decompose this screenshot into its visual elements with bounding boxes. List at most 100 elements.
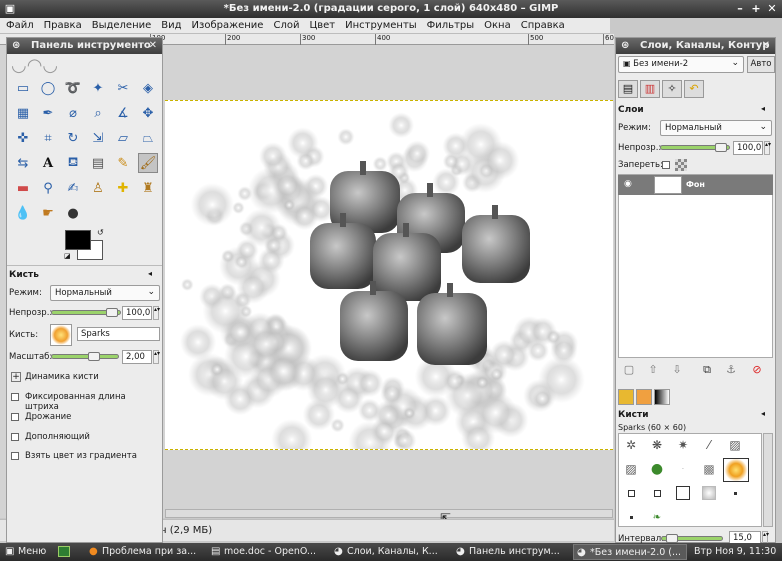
close-icon[interactable]: ✕: [149, 40, 157, 51]
brush-item[interactable]: ❋: [645, 434, 669, 456]
task-toolbox[interactable]: ◕ Панель инструм...: [453, 544, 565, 560]
raise-layer-icon[interactable]: ⇧: [646, 363, 660, 377]
align-icon[interactable]: ✜: [13, 128, 33, 148]
airbrush-icon[interactable]: ⚲: [38, 178, 58, 198]
menu-filters[interactable]: Фильтры: [421, 18, 478, 31]
anchor-layer-icon[interactable]: ⚓: [724, 363, 738, 377]
perspective-icon[interactable]: ⏢: [138, 128, 158, 148]
task-openoffice[interactable]: ▤ moe.doc - OpenO...: [208, 544, 323, 560]
brush-item[interactable]: ⁄: [697, 434, 721, 456]
default-colors-icon[interactable]: ◪: [64, 252, 71, 260]
fixed-stroke-checkbox[interactable]: [11, 393, 19, 401]
auto-button[interactable]: Авто: [747, 56, 775, 73]
layer-row[interactable]: ◉ Фон: [618, 175, 773, 195]
perspective-clone-icon[interactable]: ♜: [138, 178, 158, 198]
expand-icon[interactable]: +: [11, 372, 21, 382]
brush-item[interactable]: [671, 482, 695, 504]
eraser-icon[interactable]: ▬: [13, 178, 33, 198]
brush-name-input[interactable]: Sparks: [77, 327, 160, 341]
brush-item[interactable]: ✲: [619, 434, 643, 456]
menu-view[interactable]: Вид: [155, 18, 185, 31]
close-button[interactable]: ✕: [765, 2, 779, 16]
minimize-button[interactable]: –: [733, 2, 747, 16]
menu-help[interactable]: Справка: [515, 18, 569, 31]
panel-menu-icon[interactable]: ⊛: [12, 40, 20, 51]
lock-alpha-icon[interactable]: [675, 159, 687, 171]
opacity-slider-knob[interactable]: [106, 308, 118, 317]
swap-colors-icon[interactable]: ↺: [97, 228, 104, 237]
bucket-fill-icon[interactable]: ⛾: [63, 153, 83, 173]
close-icon[interactable]: ✕: [762, 40, 770, 51]
tab-undo[interactable]: ↶: [684, 80, 704, 98]
task-firefox[interactable]: ● Проблема при за...: [86, 544, 200, 560]
tab-patterns[interactable]: [636, 389, 652, 405]
tab-brushes[interactable]: [618, 389, 634, 405]
paintbrush-icon[interactable]: 🖌: [138, 153, 158, 173]
horizontal-scrollbar[interactable]: [165, 509, 613, 518]
crop-icon[interactable]: ⌗: [38, 128, 58, 148]
heal-icon[interactable]: ✚: [113, 178, 133, 198]
layer-mode-dropdown[interactable]: Нормальный ⌄: [660, 120, 772, 136]
opacity-input[interactable]: 100,0: [122, 306, 152, 320]
brush-item[interactable]: ▨: [619, 458, 643, 480]
blur-icon[interactable]: 💧: [13, 203, 33, 223]
brush-item[interactable]: [723, 482, 747, 504]
brush-item[interactable]: ▩: [697, 458, 721, 480]
blend-icon[interactable]: ▤: [88, 153, 108, 173]
scale-input[interactable]: 2,00: [122, 350, 152, 364]
foreground-color-swatch[interactable]: [65, 230, 91, 250]
color-select-icon[interactable]: ▦: [13, 103, 33, 123]
scale-slider-knob[interactable]: [88, 352, 100, 361]
interval-slider[interactable]: [661, 534, 723, 543]
task-gimp-image[interactable]: ◕ *Без имени-2.0 (...: [573, 544, 687, 560]
menu-tools[interactable]: Инструменты: [339, 18, 421, 31]
measure-icon[interactable]: ∡: [113, 103, 133, 123]
smudge-icon[interactable]: ☛: [38, 203, 58, 223]
paths-icon[interactable]: ✒: [38, 103, 58, 123]
pencil-icon[interactable]: ✎: [113, 153, 133, 173]
terminal-icon[interactable]: [58, 546, 70, 557]
eye-icon[interactable]: ◉: [624, 179, 632, 189]
brush-item-sparks-selected[interactable]: [723, 458, 749, 482]
panel-menu-icon[interactable]: ⊛: [621, 40, 629, 51]
gradient-color-checkbox[interactable]: [11, 452, 19, 460]
brush-item[interactable]: [619, 506, 643, 526]
mode-dropdown[interactable]: Нормальный ⌄: [50, 285, 160, 301]
free-select-icon[interactable]: ➰: [63, 78, 83, 98]
menu-color[interactable]: Цвет: [303, 18, 339, 31]
menu-file[interactable]: Файл: [0, 18, 38, 31]
tab-channels[interactable]: ▥: [640, 80, 660, 98]
tab-menu-icon[interactable]: ◂: [761, 104, 765, 113]
menu-windows[interactable]: Окна: [478, 18, 515, 31]
lock-pixels-checkbox[interactable]: [662, 161, 670, 169]
tab-layers[interactable]: ▤: [618, 80, 638, 98]
scale-icon[interactable]: ⇲: [88, 128, 108, 148]
tab-menu-icon[interactable]: ◂: [761, 409, 765, 418]
image-select-dropdown[interactable]: ▣ Без имени-2 ⌄: [618, 56, 744, 73]
scale-spinner[interactable]: ▴▾: [153, 350, 160, 364]
rect-select-icon[interactable]: ▭: [13, 78, 33, 98]
new-layer-icon[interactable]: ▢: [622, 363, 636, 377]
brush-item[interactable]: [619, 482, 643, 504]
duplicate-layer-icon[interactable]: ⧉: [700, 363, 714, 377]
tab-paths[interactable]: ✧: [662, 80, 682, 98]
interval-slider-knob[interactable]: [666, 534, 678, 543]
scale-slider[interactable]: [51, 352, 119, 361]
brush-item-pepper[interactable]: ●: [645, 458, 669, 480]
text-tool-icon[interactable]: A: [38, 153, 58, 173]
menu-edit[interactable]: Правка: [38, 18, 86, 31]
scissors-icon[interactable]: ✂: [113, 78, 133, 98]
brush-item[interactable]: [697, 482, 721, 504]
layer-opacity-slider-knob[interactable]: [715, 143, 727, 152]
zoom-icon[interactable]: ⌕: [88, 103, 108, 123]
brush-item[interactable]: ·: [671, 458, 695, 480]
ellipse-select-icon[interactable]: ◯: [38, 78, 58, 98]
ink-icon[interactable]: ✍: [63, 178, 83, 198]
incremental-checkbox[interactable]: [11, 433, 19, 441]
dynamics-expander[interactable]: Динамика кисти: [25, 372, 99, 382]
toolbox-titlebar[interactable]: ⊛ Панель инструменто ✕: [7, 38, 162, 54]
opacity-slider[interactable]: [51, 308, 121, 317]
brush-item[interactable]: ❧: [645, 506, 669, 526]
menu-layer[interactable]: Слой: [267, 18, 303, 31]
menu-image[interactable]: Изображение: [186, 18, 268, 31]
